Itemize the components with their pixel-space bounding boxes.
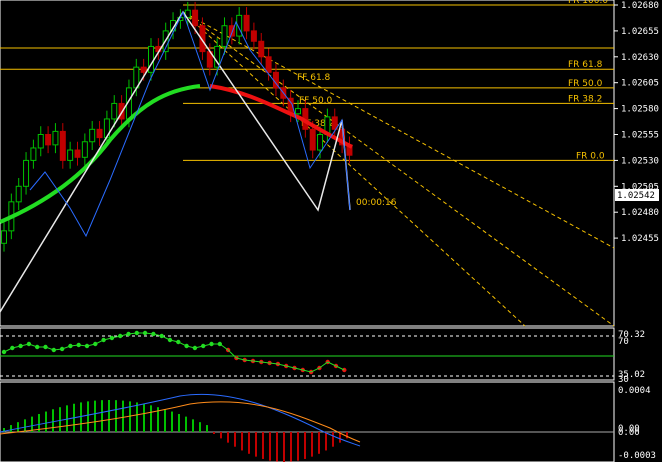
candle-body [89,128,96,143]
current-price-marker: 1.02542 [615,189,659,201]
candle-body [295,108,301,115]
fib-fan-label: FF 50.0 [299,96,333,106]
moving-averages [0,84,353,224]
price-tick-label: 1.02655 [621,27,659,37]
green-moving-average [0,84,201,224]
rsi-lower-small-label: 30 [618,375,629,385]
fib-fan-lines[interactable]: FF 61.8FF 50.0FF 38.2 [182,11,615,327]
candle-body [67,149,74,161]
rsi-upper-small-label: 70 [618,337,629,347]
candle-body [258,40,265,58]
price-tick-label: 1.02580 [621,105,659,115]
current-price-label: 1.02542 [617,191,655,201]
candle-body [140,66,147,73]
candle-body [250,30,257,42]
fib-fan-line [182,11,615,249]
candle-body [317,134,324,151]
candle-body [15,185,22,203]
fib-level-label: FR 100.0 [568,0,608,6]
macd-bottom-label: -0.0003 [618,451,656,461]
price-tick-label: 1.02630 [621,53,659,63]
candle-body [1,230,7,244]
candle-body [37,134,44,149]
candle-body [192,9,199,27]
candle-body [96,128,103,139]
macd-zero-label-2: 0.00 [618,428,640,438]
candle-body [243,14,250,32]
fib-fan-line [182,11,615,327]
price-tick-label: 1.02555 [621,131,659,141]
rsi-line [3,332,345,373]
rsi-point [1,349,7,355]
price-axis[interactable]: 1.02680 1.02655 1.02630 1.02605 1.02580 1.025… [614,1,659,244]
candle-body [81,141,88,158]
trading-chart[interactable]: FR 100.0 FR 61.8 FR 50.0 FR 38.2 FR 0.0 FF 6… [0,0,662,462]
price-tick-label: 1.02680 [621,1,659,11]
price-tick-label: 1.02530 [621,156,659,166]
candle-body [45,134,52,146]
candle-body [111,102,118,120]
candle-body [221,25,228,47]
candle-timer: 00:00:16 [356,198,397,208]
zigzag-line[interactable] [0,10,351,313]
candle-body [59,130,66,161]
candle-body [74,149,81,158]
fib-level-label: FR 38.2 [568,94,602,104]
candlesticks [1,1,353,252]
price-tick-label: 1.02605 [621,79,659,89]
rsi-indicator [0,330,614,377]
candle-body [52,130,59,146]
macd-indicator [0,393,614,462]
price-tick-label: 1.02455 [621,234,659,244]
price-tick-label: 1.02480 [621,208,659,218]
zigzag-polyline [0,10,351,313]
candle-body [265,56,272,73]
candle-body [30,147,37,161]
fib-level-label: FR 50.0 [568,79,603,89]
fib-fan-line [182,11,526,327]
candle-body [309,128,316,151]
fib-fan-label: FF 61.8 [297,73,331,83]
fib-level-label: FR 0.0 [576,151,605,161]
fib-level-label: FR 61.8 [568,60,603,70]
macd-top-label: 0.0004 [618,386,651,396]
candle-body [23,159,30,187]
